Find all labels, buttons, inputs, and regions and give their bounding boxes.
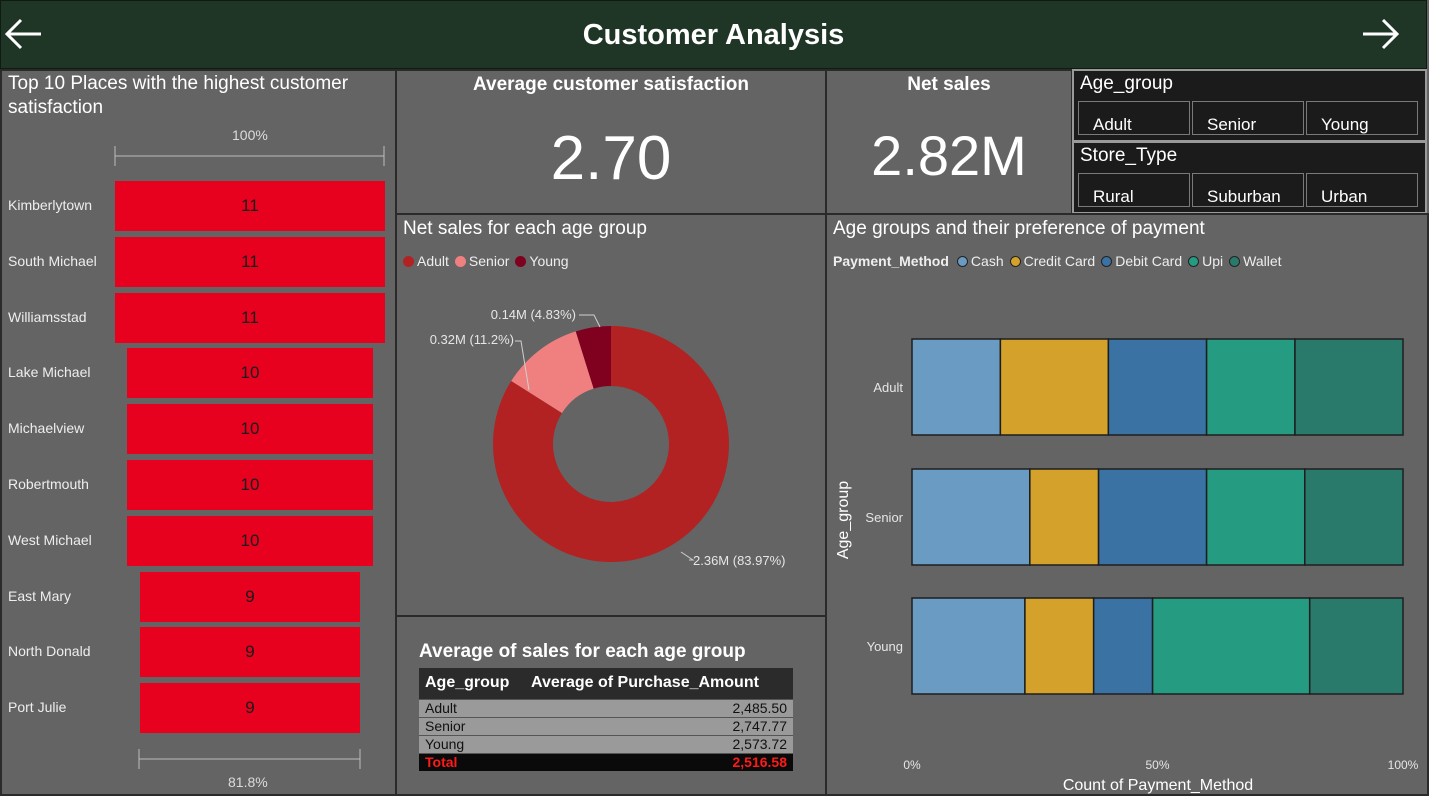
y-tick-label: Senior — [865, 510, 903, 525]
place-label: East Mary — [8, 587, 72, 604]
avg-sales-table-panel: Average of sales for each age group Age_… — [395, 615, 827, 796]
place-label: North Donald — [8, 643, 91, 660]
stacked-segment-young-credit-card[interactable] — [1024, 597, 1095, 695]
stacked-segment-young-wallet[interactable] — [1308, 597, 1404, 695]
x-tick-label: 100% — [1388, 758, 1419, 772]
y-axis-title: Age_group — [835, 481, 852, 559]
stacked-segment-adult-credit-card[interactable] — [999, 338, 1110, 436]
net-sales-title: Net sales — [907, 74, 991, 95]
place-bar[interactable]: 11 — [115, 292, 385, 343]
table-cell: 2,573.72 — [525, 734, 793, 753]
column-header-age-group[interactable]: Age_group — [419, 668, 525, 699]
top-axis-line — [114, 146, 385, 166]
slicer-option-senior[interactable]: Senior — [1192, 101, 1304, 135]
store-type-slicer: Store_Type Rural Suburban Urban — [1072, 141, 1427, 214]
donut-data-label-senior: 0.32M (11.2%) — [430, 332, 514, 347]
slicer-option-young[interactable]: Young — [1306, 101, 1418, 135]
stacked-segment-adult-upi[interactable] — [1205, 338, 1296, 436]
place-bar[interactable]: 10 — [127, 348, 373, 399]
avg-sales-table: Age_group Average of Purchase_Amount Adu… — [419, 668, 793, 771]
donut-chart: 2.36M (83.97%) 0.32M (11.2%) 0.14M (4.83%) — [430, 307, 786, 568]
table-total-row: Total 2,516.58 — [419, 752, 793, 771]
bottom-axis-line — [138, 749, 361, 769]
donut-data-label-young: 0.14M (4.83%) — [491, 307, 576, 322]
stacked-segment-senior-upi[interactable] — [1205, 468, 1306, 566]
table-cell: 2,485.50 — [525, 698, 793, 717]
stacked-segment-senior-cash[interactable] — [911, 468, 1031, 566]
place-label: Port Julie — [8, 699, 67, 716]
table-header-row: Age_group Average of Purchase_Amount — [419, 668, 793, 699]
slicer-option-rural[interactable]: Rural — [1078, 173, 1190, 207]
slicer-option-suburban[interactable]: Suburban — [1192, 173, 1304, 207]
stacked-segment-young-upi[interactable] — [1151, 597, 1311, 695]
table-cell: Senior — [419, 716, 525, 735]
stacked-bar-chart: Adult Senior Young 0% 50% 100% Count of Paymen… — [835, 338, 1419, 794]
column-header-avg-purchase[interactable]: Average of Purchase_Amount — [525, 668, 793, 699]
table-total-value: 2,516.58 — [525, 752, 793, 771]
avg-satisfaction-title: Average customer satisfaction — [473, 74, 749, 95]
stacked-segment-adult-debit-card[interactable] — [1107, 338, 1208, 436]
table-cell: Adult — [419, 698, 525, 717]
bottom-axis-label: 81.8% — [228, 774, 268, 790]
place-bar[interactable]: 11 — [115, 236, 385, 287]
place-label: Kimberlytown — [8, 197, 93, 213]
place-label: Robertmouth — [8, 476, 89, 492]
table-cell: Young — [419, 734, 525, 753]
donut-leader-line — [579, 314, 601, 328]
stacked-segment-senior-debit-card[interactable] — [1097, 468, 1208, 566]
table-row: Adult 2,485.50 — [419, 698, 793, 717]
stacked-segment-senior-credit-card[interactable] — [1029, 468, 1100, 566]
table-row: Senior 2,747.77 — [419, 716, 793, 735]
place-bar[interactable]: 10 — [127, 515, 373, 566]
age-group-slicer-title: Age_group — [1080, 73, 1173, 94]
forward-arrow-icon[interactable] — [1357, 11, 1403, 57]
payment-preference-panel: Age groups and their preference of payme… — [825, 213, 1429, 796]
stacked-segment-adult-wallet[interactable] — [1294, 338, 1404, 436]
page-title: Customer Analysis — [582, 19, 845, 51]
place-label: Michaelview — [8, 420, 85, 437]
place-bar[interactable]: 10 — [127, 460, 373, 510]
place-label: South Michael — [8, 252, 97, 269]
place-label: Lake Michael — [8, 364, 91, 381]
net-sales-value: 2.82M — [871, 124, 1027, 187]
stacked-segment-young-debit-card[interactable] — [1092, 597, 1154, 695]
place-bar[interactable]: 9 — [139, 627, 361, 678]
place-bar[interactable]: 9 — [139, 683, 361, 734]
x-tick-label: 0% — [903, 758, 921, 772]
avg-table-title: Average of sales for each age group — [419, 641, 746, 662]
table-cell: 2,747.77 — [525, 716, 793, 735]
place-label: Williamsstad — [8, 308, 87, 325]
donut-leader-line — [680, 551, 695, 561]
stacked-segment-senior-wallet[interactable] — [1304, 468, 1404, 566]
net-sales-card: Net sales 2.82M — [825, 69, 1073, 215]
place-bar[interactable]: 10 — [127, 404, 373, 455]
top-axis-label: 100% — [232, 127, 268, 143]
table-total-label: Total — [419, 752, 525, 771]
avg-satisfaction-value: 2.70 — [550, 124, 672, 193]
y-tick-label: Young — [867, 639, 903, 654]
place-bar[interactable]: 9 — [139, 571, 361, 622]
place-bar[interactable]: 11 — [115, 181, 385, 231]
x-tick-label: 50% — [1145, 758, 1169, 772]
table-row: Young 2,573.72 — [419, 734, 793, 753]
top-places-panel: Top 10 Places with the highest customer … — [0, 69, 397, 796]
age-group-slicer: Age_group Adult Senior Young — [1072, 69, 1427, 142]
stacked-segment-adult-cash[interactable] — [911, 338, 1002, 436]
place-label: West Michael — [8, 531, 92, 548]
donut-data-label-adult: 2.36M (83.97%) — [693, 553, 786, 568]
store-type-slicer-title: Store_Type — [1080, 145, 1178, 166]
slicer-option-adult[interactable]: Adult — [1078, 101, 1190, 135]
x-axis-title: Count of Payment_Method — [1063, 777, 1253, 794]
net-sales-donut-panel: Net sales for each age group Adult Senio… — [395, 213, 827, 617]
avg-satisfaction-card: Average customer satisfaction 2.70 — [395, 69, 827, 215]
y-tick-label: Adult — [873, 380, 903, 395]
top-places-title: Top 10 Places with the highest customer … — [8, 73, 349, 118]
stacked-segment-young-cash[interactable] — [911, 597, 1026, 695]
header-bar: Customer Analysis — [0, 0, 1427, 69]
slicer-option-urban[interactable]: Urban — [1306, 173, 1418, 207]
